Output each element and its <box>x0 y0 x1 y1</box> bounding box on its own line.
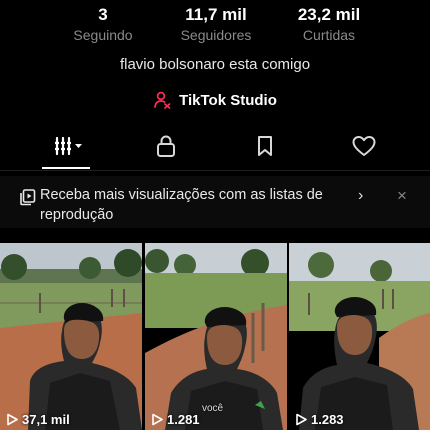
video-thumbnail-image <box>145 243 287 430</box>
banner-text: Receba mais visualizações com as listas … <box>40 187 323 223</box>
video-thumbnail-image <box>289 243 430 430</box>
followers-stat[interactable]: 11,7 mil Seguidores <box>156 4 276 44</box>
studio-label: TikTok Studio <box>179 91 277 109</box>
followers-count: 11,7 mil <box>185 5 247 24</box>
bookmark-icon <box>258 136 272 156</box>
likes-label: Curtidas <box>302 27 356 43</box>
likes-stat[interactable]: 23,2 mil Curtidas <box>269 4 389 44</box>
followers-label: Seguidores <box>180 27 252 43</box>
view-count-label: 37,1 mil <box>22 412 70 427</box>
tiktok-studio-link[interactable]: TikTok Studio <box>0 88 430 112</box>
heart-icon <box>352 136 376 156</box>
video-thumbnail[interactable]: 37,1 mil <box>0 243 142 430</box>
profile-bio: flavio bolsonaro esta comigo <box>119 56 311 73</box>
tab-saved[interactable] <box>235 124 295 168</box>
tab-liked[interactable] <box>334 124 394 168</box>
profile-stats: 3 Seguindo 11,7 mil Seguidores 23,2 mil … <box>0 4 430 46</box>
following-stat[interactable]: 3 Seguindo <box>43 4 163 44</box>
tab-videos[interactable] <box>40 124 100 168</box>
play-icon <box>7 413 18 426</box>
chevron-right-icon[interactable]: › <box>358 187 363 205</box>
tabs-divider <box>0 170 430 171</box>
following-count: 3 <box>98 5 108 24</box>
video-caption: você <box>202 403 224 414</box>
play-icon <box>152 413 163 426</box>
play-icon <box>296 413 307 426</box>
lock-icon <box>157 135 175 157</box>
view-count: 1.283 <box>295 412 344 427</box>
view-count-label: 1.283 <box>311 412 344 427</box>
selected-tab-indicator <box>42 167 90 169</box>
video-grid: 37,1 mil você 1.281 1.283 <box>0 243 430 430</box>
tab-private[interactable] <box>136 124 196 168</box>
video-thumbnail[interactable]: você 1.281 <box>145 243 287 430</box>
playlist-icon <box>20 189 36 206</box>
view-count: 37,1 mil <box>6 412 70 427</box>
close-icon[interactable]: × <box>397 186 407 206</box>
view-count-label: 1.281 <box>167 412 200 427</box>
videos-grid-icon <box>55 136 82 156</box>
following-label: Seguindo <box>73 27 133 43</box>
likes-count: 23,2 mil <box>297 5 361 24</box>
profile-tabs <box>0 124 430 170</box>
playlist-promo-banner[interactable]: Receba mais visualizações com as listas … <box>0 176 430 228</box>
video-thumbnail[interactable]: 1.283 <box>289 243 430 430</box>
studio-person-icon <box>154 91 171 109</box>
view-count: 1.281 <box>151 412 200 427</box>
video-thumbnail-image <box>0 243 142 430</box>
